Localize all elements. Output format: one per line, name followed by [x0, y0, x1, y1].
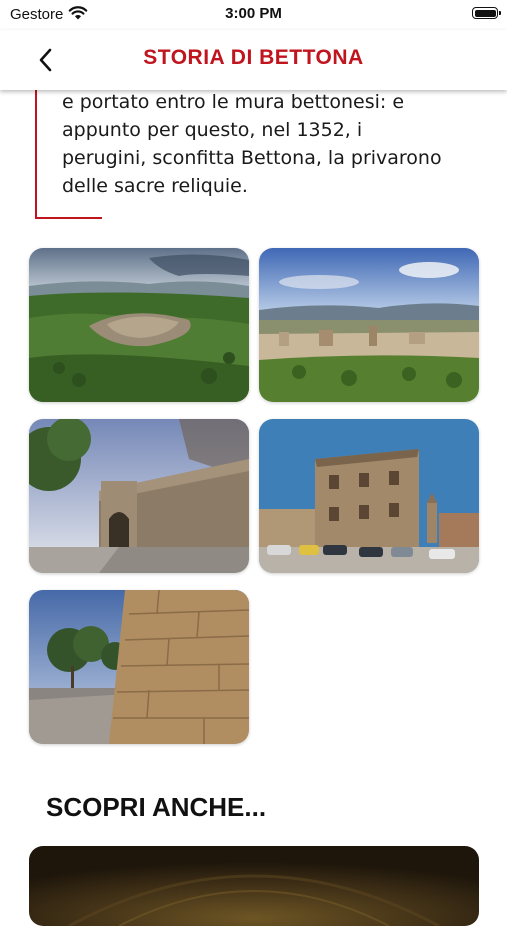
gallery-photo-stone-wall[interactable] [29, 590, 249, 744]
discover-card[interactable] [29, 846, 479, 926]
paragraph-line: delle sacre reliquie. [62, 175, 248, 197]
battery-icon [472, 7, 501, 19]
discover-section-title: SCOPRI ANCHE... [46, 792, 267, 822]
paragraph-line: appunto per questo, nel 1352, i [62, 119, 363, 141]
gallery-photo-aerial-town[interactable] [29, 248, 249, 402]
status-bar: Gestore 3:00 PM [0, 0, 507, 30]
history-text-block: e portato entro le mura bettonesi: e app… [35, 80, 485, 220]
gallery-photo-town-hall[interactable] [259, 419, 479, 573]
navigation-bar: STORIA DI BETTONA [0, 30, 507, 90]
gallery-photo-stone-gate[interactable] [29, 419, 249, 573]
paragraph-line: perugini, sconfitta Bettona, la privaron… [62, 147, 442, 169]
clock: 3:00 PM [225, 5, 282, 22]
quote-accent-bar [35, 80, 37, 218]
history-paragraph: e portato entro le mura bettonesi: e app… [62, 88, 472, 200]
page-title: STORIA DI BETTONA [143, 46, 364, 69]
quote-accent-underline [35, 217, 102, 219]
gallery-photo-town-panorama[interactable] [259, 248, 479, 402]
paragraph-line: e portato entro le mura bettonesi: e [62, 91, 405, 113]
